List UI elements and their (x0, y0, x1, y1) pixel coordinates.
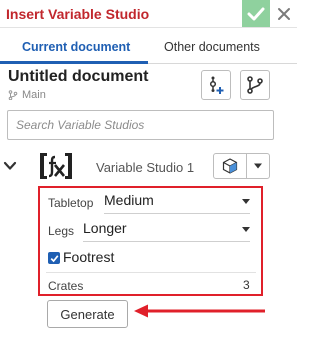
close-button[interactable] (272, 2, 296, 26)
dialog-title: Insert Variable Studio (6, 6, 150, 22)
insert-part-button[interactable] (214, 154, 247, 178)
versions-graph-icon (247, 76, 263, 94)
tabletop-label: Tabletop (48, 196, 94, 210)
tab-other-documents[interactable]: Other documents (164, 40, 260, 54)
insert-configuration-icon (209, 76, 224, 94)
caret-down-icon (254, 163, 262, 169)
tabletop-value: Medium (104, 192, 154, 208)
checkmark-icon (247, 7, 265, 20)
search-input[interactable] (7, 110, 274, 140)
tab-current-document[interactable]: Current document (22, 40, 130, 54)
insert-configuration-button[interactable] (201, 70, 231, 100)
legs-caret-icon (242, 227, 250, 232)
tabletop-select[interactable]: Medium (104, 192, 250, 214)
annotation-arrow-icon (134, 304, 265, 318)
branch-label: Main (8, 89, 46, 101)
chevron-down-icon[interactable] (3, 159, 17, 173)
branch-name: Main (22, 89, 46, 101)
studio-insert-split-button (213, 153, 270, 179)
branch-icon (8, 90, 18, 100)
tabletop-caret-icon (242, 199, 250, 204)
legs-label: Legs (48, 224, 75, 238)
versions-button[interactable] (240, 70, 270, 100)
crates-divider (46, 272, 256, 273)
crates-label: Crates (48, 279, 84, 293)
footrest-checkbox[interactable] (48, 252, 60, 264)
close-icon (278, 8, 290, 20)
part-cube-icon (222, 158, 238, 174)
checkmark-icon (50, 254, 58, 262)
tab-bar: Current document Other documents (0, 28, 297, 64)
dialog-header: Insert Variable Studio (0, 0, 297, 28)
active-tab-indicator (0, 61, 148, 64)
generate-button[interactable]: Generate (47, 300, 128, 328)
studio-name: Variable Studio 1 (96, 160, 195, 175)
legs-value: Longer (83, 220, 127, 236)
variable-studio-icon (40, 153, 72, 179)
configuration-parameters-panel: Tabletop Medium Legs Longer Footrest Cra… (38, 186, 263, 296)
document-title: Untitled document (8, 68, 149, 85)
footrest-label: Footrest (63, 249, 115, 265)
crates-input[interactable]: 3 (243, 278, 250, 292)
legs-select[interactable]: Longer (83, 220, 250, 242)
insert-options-dropdown[interactable] (247, 154, 269, 178)
ok-button[interactable] (242, 0, 270, 27)
